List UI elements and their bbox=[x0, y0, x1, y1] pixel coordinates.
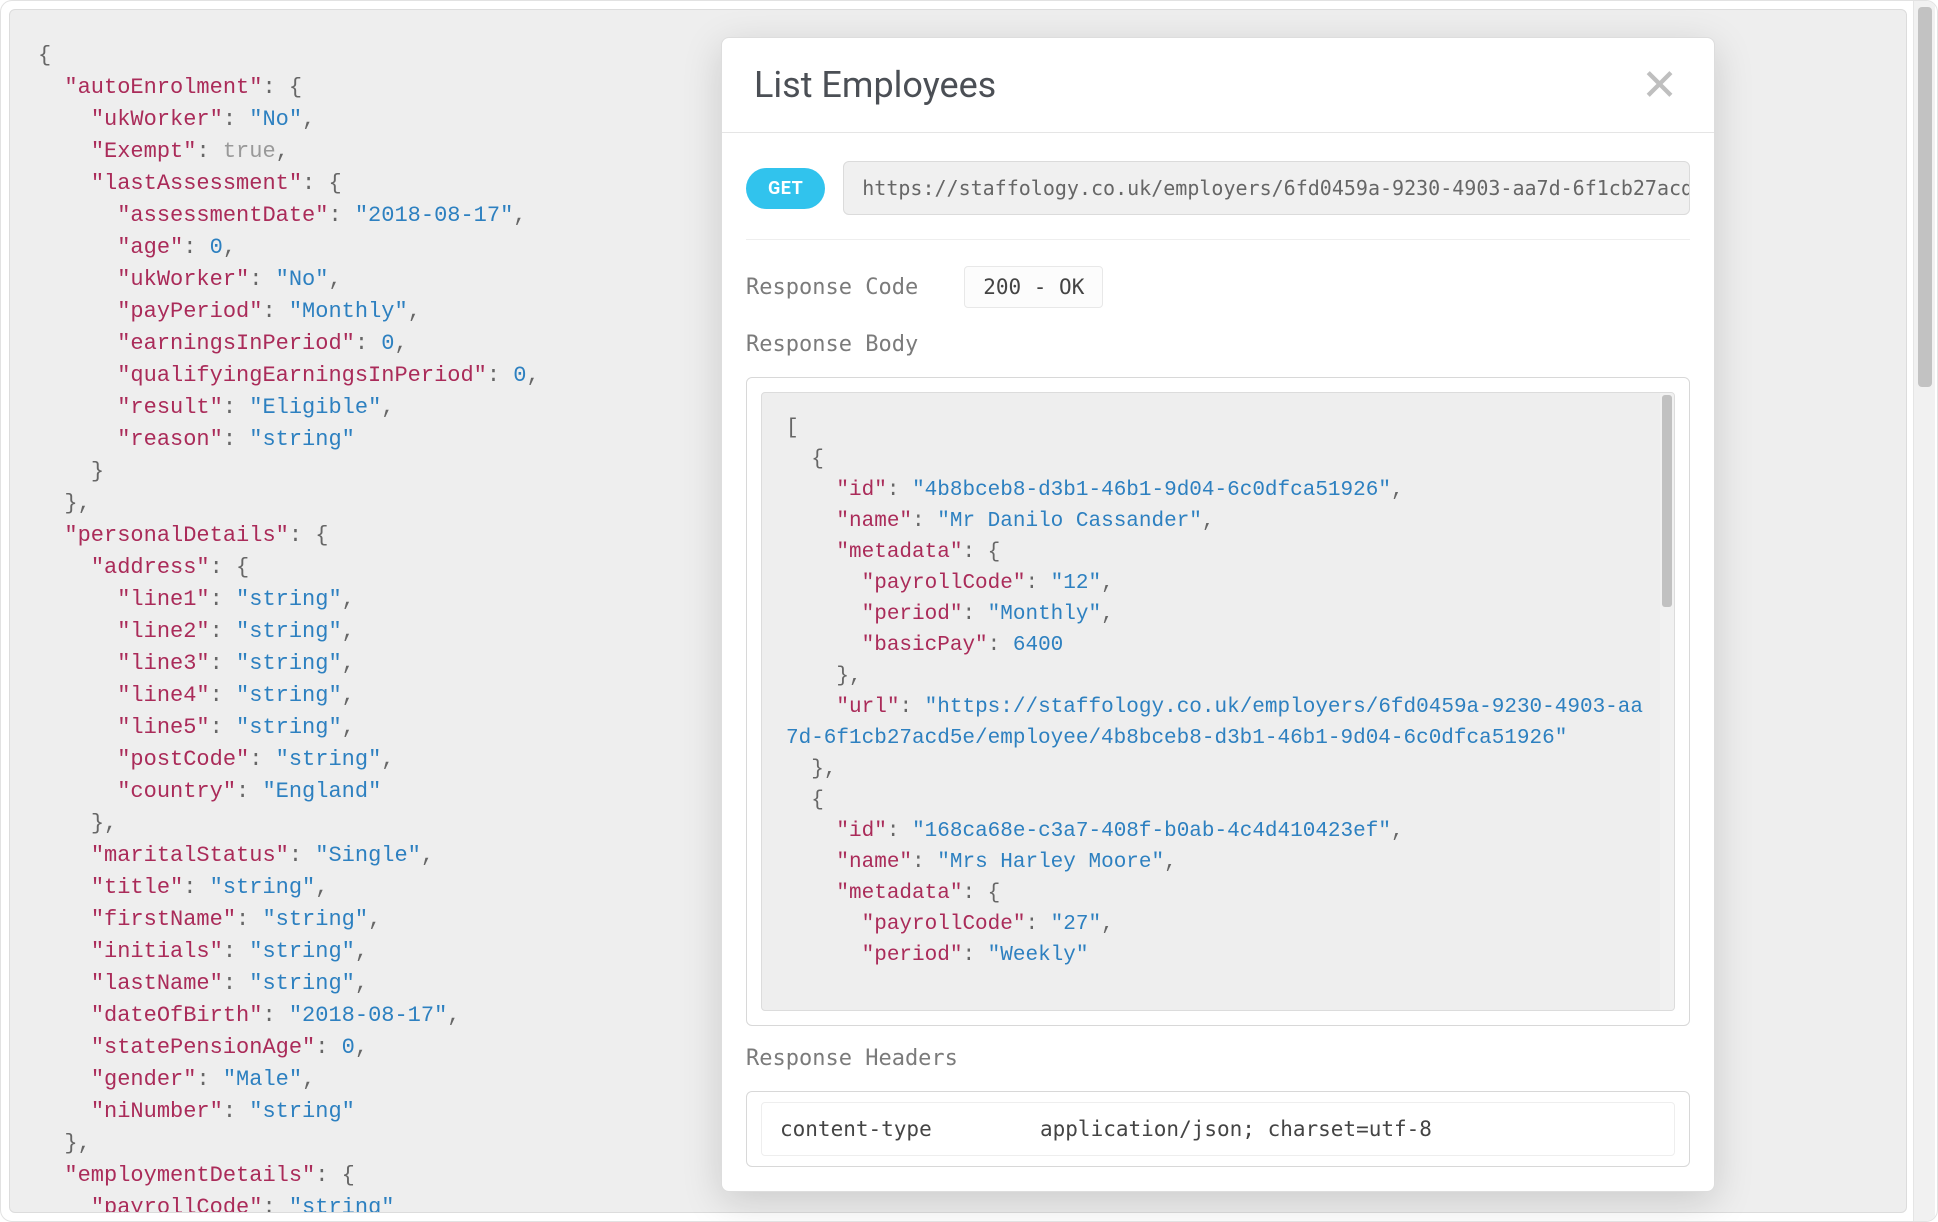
request-url-field[interactable]: https://staffology.co.uk/employers/6fd04… bbox=[843, 161, 1690, 215]
modal-title: List Employees bbox=[754, 64, 996, 106]
response-headers-box: content-type application/json; charset=u… bbox=[746, 1091, 1690, 1167]
response-code-row: Response Code 200 - OK bbox=[746, 260, 1690, 312]
response-headers-label: Response Headers bbox=[746, 1046, 1690, 1071]
response-body-scrollbar[interactable] bbox=[1660, 393, 1674, 1010]
request-row: GET https://staffology.co.uk/employers/6… bbox=[746, 161, 1690, 240]
response-code-label: Response Code bbox=[746, 275, 918, 300]
response-header-key: content-type bbox=[780, 1117, 1040, 1141]
response-body-scrollbar-thumb[interactable] bbox=[1662, 395, 1672, 607]
http-method-badge: GET bbox=[746, 168, 825, 209]
response-code-value: 200 - OK bbox=[964, 266, 1103, 308]
response-body-json[interactable]: [ { "id": "4b8bceb8-d3b1-46b1-9d04-6c0df… bbox=[761, 392, 1675, 1011]
page-scrollbar-thumb[interactable] bbox=[1918, 7, 1932, 387]
list-employees-modal: List Employees ✕ GET https://staffology.… bbox=[721, 37, 1715, 1192]
close-icon[interactable]: ✕ bbox=[1641, 63, 1678, 107]
response-body-label: Response Body bbox=[746, 332, 1690, 357]
response-header-value: application/json; charset=utf-8 bbox=[1040, 1117, 1432, 1141]
modal-header: List Employees ✕ bbox=[722, 38, 1714, 133]
response-header-row: content-type application/json; charset=u… bbox=[761, 1102, 1675, 1156]
page-scrollbar[interactable] bbox=[1913, 1, 1935, 1221]
response-body-box: [ { "id": "4b8bceb8-d3b1-46b1-9d04-6c0df… bbox=[746, 377, 1690, 1026]
